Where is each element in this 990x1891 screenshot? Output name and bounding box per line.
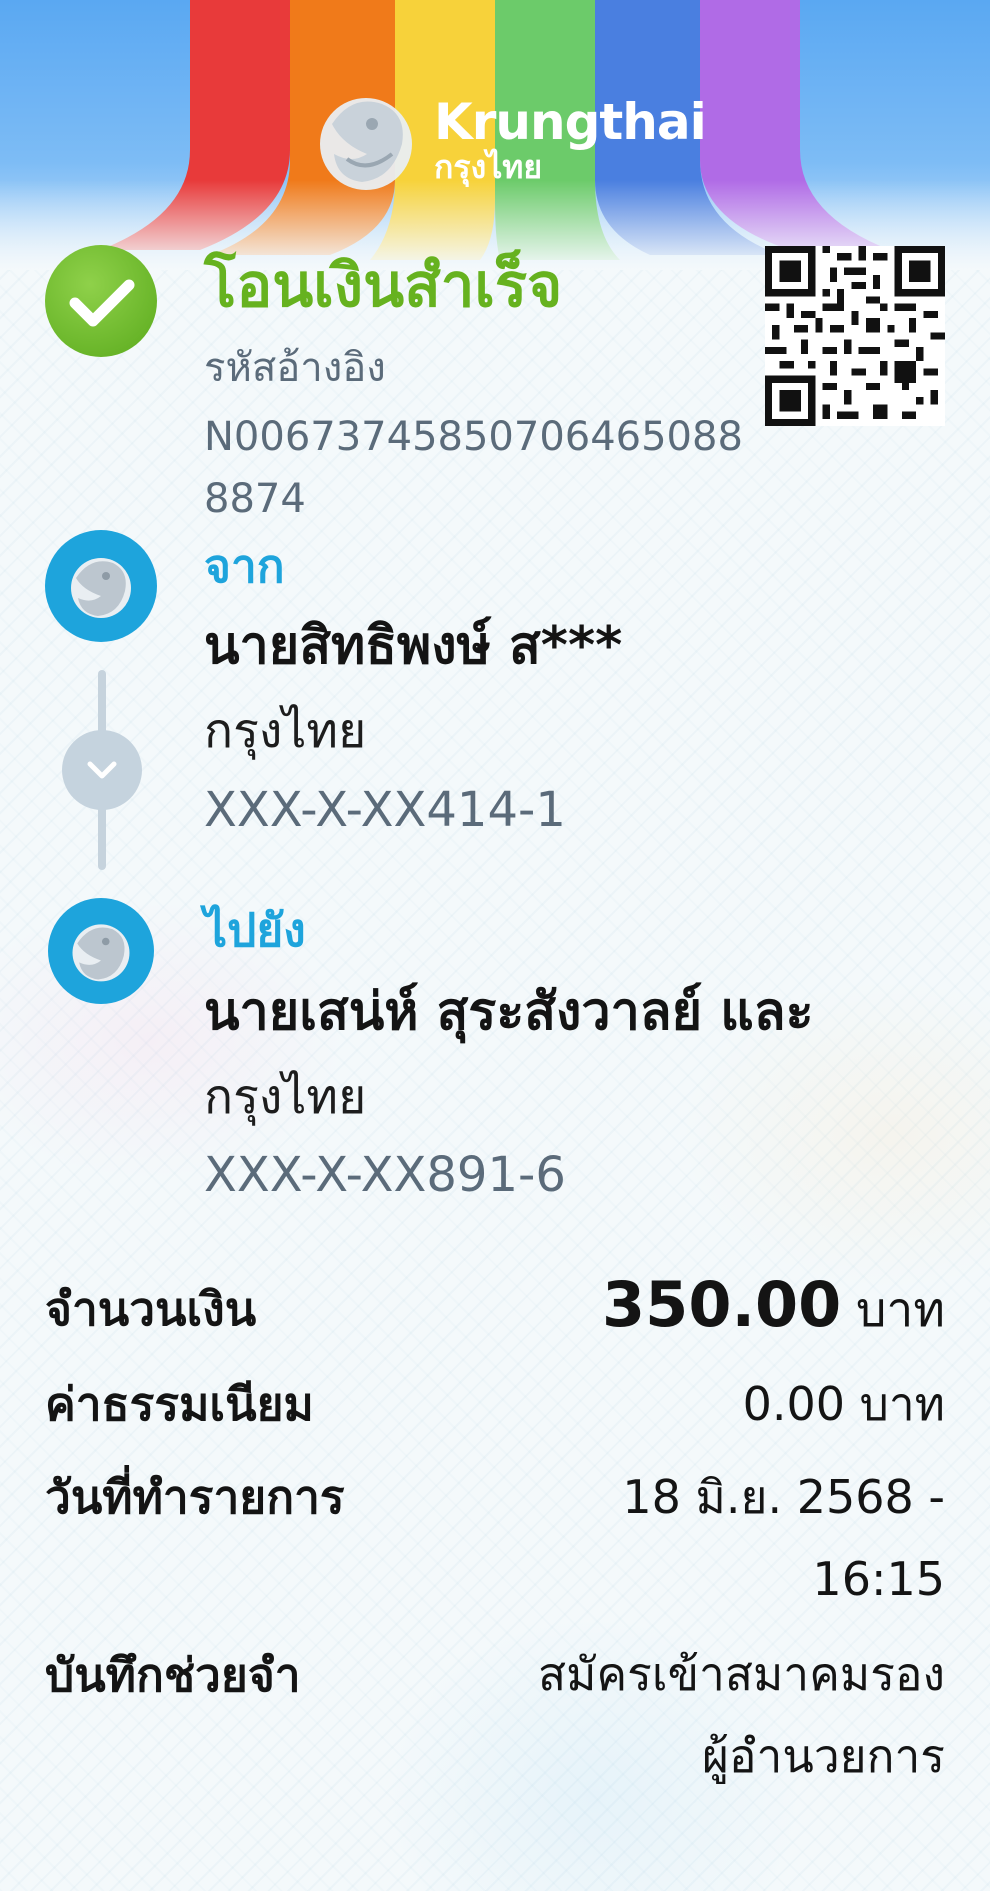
- brand-logo: Krungthai กรุงไทย: [312, 84, 707, 196]
- amount-label: จำนวนเงิน: [45, 1282, 257, 1336]
- recipient-bank: กรุงไทย: [204, 1069, 367, 1125]
- memo-value-line1: สมัครเข้าสมาคมรอง: [538, 1647, 945, 1701]
- memo-label: บันทึกช่วยจำ: [45, 1648, 301, 1702]
- brand-name-en: Krungthai: [434, 93, 707, 151]
- krungthai-bird-icon: [72, 924, 130, 982]
- qr-code-icon[interactable]: [765, 246, 945, 426]
- amount-unit: บาท: [855, 1282, 945, 1338]
- sender-bank: กรุงไทย: [204, 703, 367, 759]
- fee-label: ค่าธรรมเนียม: [45, 1377, 314, 1431]
- transaction-date-label: วันที่ทำรายการ: [45, 1470, 345, 1524]
- memo-value-line2: ผู้อำนวยการ: [701, 1729, 945, 1783]
- header-banner: Krungthai กรุงไทย: [0, 0, 990, 270]
- from-label: จาก: [204, 539, 285, 593]
- krungthai-bird-icon: [320, 98, 412, 190]
- amount-value-row: 350.00 บาท: [602, 1265, 945, 1350]
- status-title: โอนเงินสำเร็จ: [204, 251, 563, 321]
- sender-bank-avatar: [45, 530, 157, 642]
- fee-value: 0.00 บาท: [742, 1377, 945, 1431]
- amount-value: 350.00: [602, 1268, 842, 1341]
- recipient-bank-avatar: [48, 898, 154, 1004]
- brand-name-th: กรุงไทย: [434, 148, 543, 186]
- recipient-name: นายเสน่ห์ สุระสังวาลย์ และ: [204, 982, 814, 1042]
- chevron-down-icon: [62, 730, 142, 810]
- krungthai-bird-icon: [71, 558, 131, 618]
- reference-number: N006737458507064650888874: [204, 414, 743, 522]
- transaction-date-value: 18 มิ.ย. 2568 -: [622, 1470, 945, 1524]
- reference-label: รหัสอ้างอิง: [204, 345, 386, 391]
- recipient-account: XXX-X-XX891-6: [204, 1147, 566, 1203]
- check-circle-icon: [45, 245, 157, 357]
- sender-account: XXX-X-XX414-1: [204, 782, 566, 838]
- sender-name: นายสิทธิพงษ์ ส***: [204, 616, 623, 676]
- to-label: ไปยัง: [204, 903, 306, 957]
- transaction-time-value: 16:15: [812, 1552, 945, 1606]
